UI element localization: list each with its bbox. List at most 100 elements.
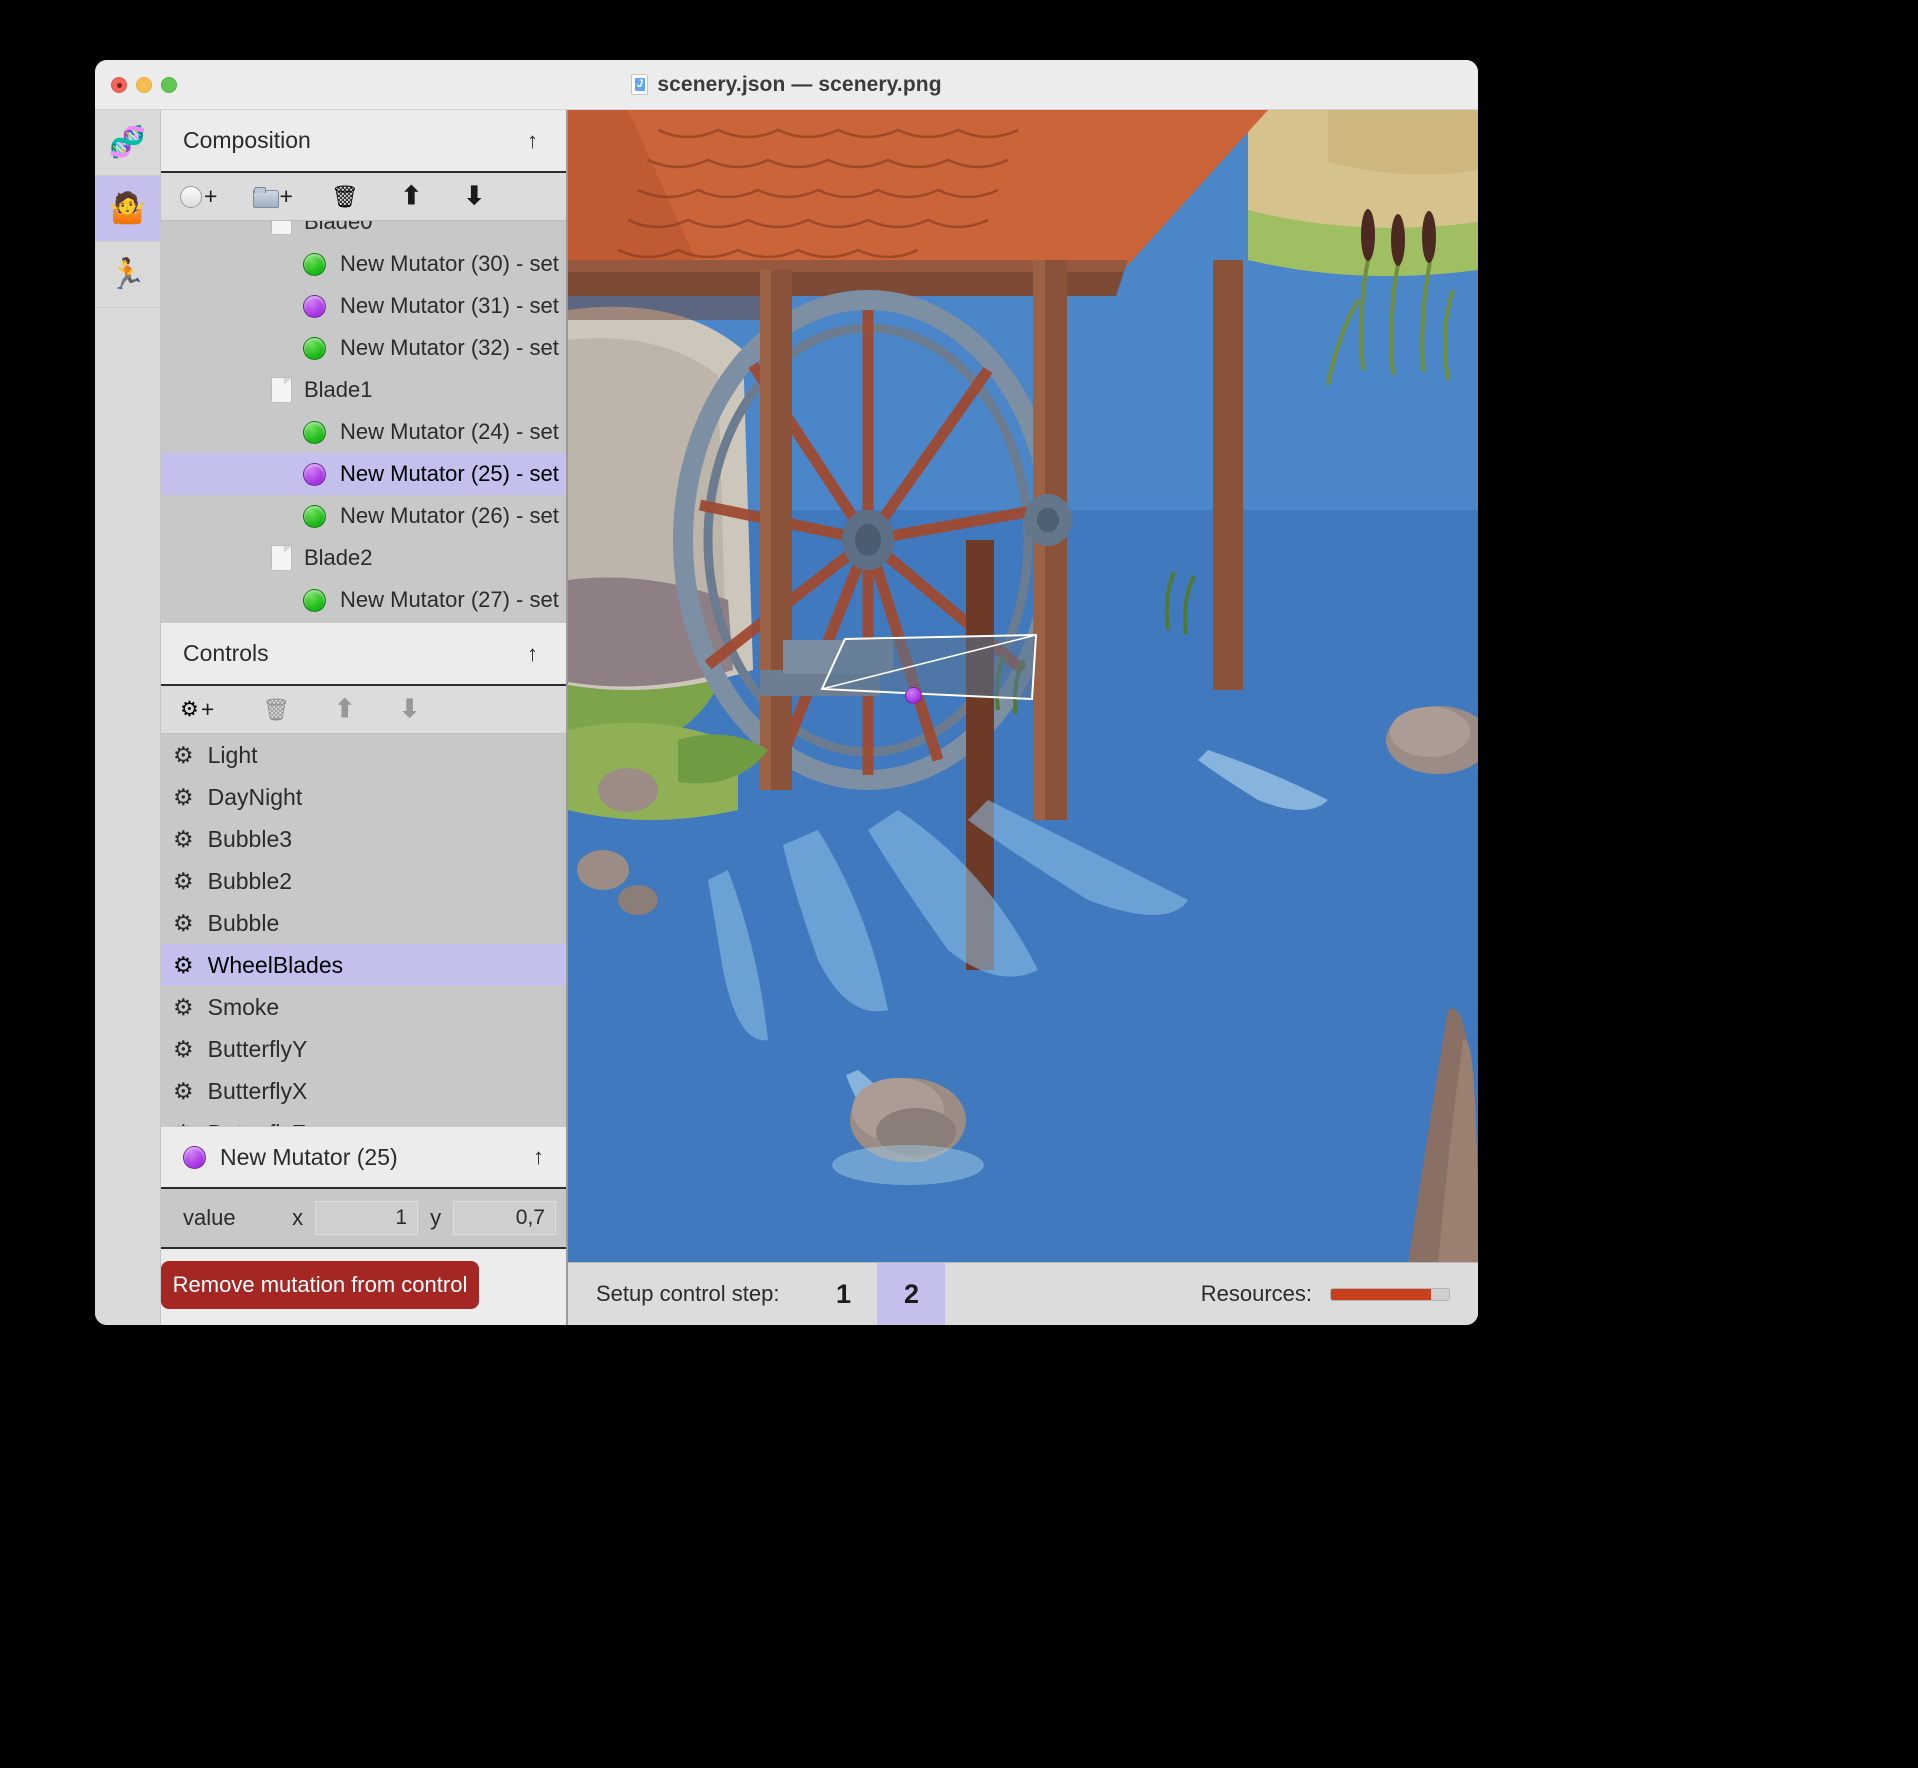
control-item-label: WheelBlades [207,951,344,978]
tree-row[interactable]: Blade1 [161,369,566,411]
trash-icon: 🗑 [262,696,291,722]
control-item-bubble[interactable]: ⚙ Bubble [161,902,566,944]
tree-row-label: New Mutator (31) - set [340,293,559,318]
step-button-2[interactable]: 2 [877,1262,946,1325]
gear-icon: ⚙ [173,1035,194,1062]
resources-progress-fill [1331,1288,1432,1300]
close-button[interactable] [111,76,127,93]
move-up-button[interactable]: ⬆ [396,183,427,210]
gear-icon: ⚙ [180,698,199,721]
control-item-label: Bubble2 [207,867,293,894]
controls-list[interactable]: ⚙ Light ⚙ DayNight ⚙ Bubble3 ⚙ Bubble2 ⚙ [161,734,566,1126]
file-icon [271,221,292,235]
control-item-label: Smoke [207,993,280,1020]
controls-title: Controls [183,640,269,666]
tree-row-selected[interactable]: New Mutator (25) - set [161,453,566,495]
add-control-button[interactable]: ⚙ + [175,697,219,722]
composition-collapse-icon[interactable]: ↑ [521,126,544,156]
control-item-label: ButterflyY [207,1035,308,1062]
mutator-actions: Remove mutation from control [161,1249,566,1325]
plus-icon: + [200,696,215,722]
mutator-dot-icon [183,1145,206,1169]
tree-row-label: New Mutator (30) - set [340,251,559,276]
mutator-anchor-point[interactable] [905,687,922,704]
arrow-down-icon: ⬇ [399,695,421,723]
window-controls[interactable] [111,76,177,93]
control-item-butterflyzoom[interactable]: ⚙ ButterflyZoom [161,1112,566,1127]
gear-icon: ⚙ [173,951,194,978]
control-item-light[interactable]: ⚙ Light [161,734,566,776]
control-item-label: DayNight [207,783,303,810]
control-item-daynight[interactable]: ⚙ DayNight [161,776,566,818]
plus-icon: + [204,183,218,209]
tree-row-label: Blade2 [304,545,373,570]
control-item-smoke[interactable]: ⚙ Smoke [161,986,566,1028]
control-item-butterflyx[interactable]: ⚙ ButterflyX [161,1070,566,1112]
x-value-input[interactable]: 1 [315,1201,419,1235]
mutator-dot-icon [303,504,326,528]
mutator-dot-icon [303,462,326,486]
window-body: 🧬 🤷 🏃 Composition ↑ + + 🗑 ⬆ ⬇ Blade0 New… [95,110,1478,1325]
rail-tab-runner[interactable]: 🏃 [95,242,160,308]
tree-row[interactable]: New Mutator (26) - set [161,495,566,537]
arrow-up-icon: ⬆ [334,695,356,723]
rail-tab-shrug[interactable]: 🤷 [95,176,160,242]
gear-icon: ⚙ [173,1077,194,1104]
left-panel: Composition ↑ + + 🗑 ⬆ ⬇ Blade0 New Mutat… [161,110,568,1325]
json-document-icon: J [631,74,649,95]
control-item-bubble3[interactable]: ⚙ Bubble3 [161,818,566,860]
gear-icon: ⚙ [173,783,194,810]
add-sprite-button[interactable]: + [175,184,222,209]
quad-selection-overlay[interactable] [820,631,1038,703]
control-item-label: Bubble3 [207,825,293,852]
tree-row[interactable]: New Mutator (24) - set [161,411,566,453]
trash-icon: 🗑 [330,183,359,209]
add-folder-button[interactable]: + [248,184,297,209]
window-title: J scenery.json — scenery.png [631,72,942,97]
scene-preview[interactable] [568,110,1478,1325]
tree-row-label: New Mutator (27) - set [340,587,559,612]
mutator-dot-icon [303,252,326,276]
tree-row[interactable]: Blade0 [161,221,566,243]
value-label: value [183,1205,236,1230]
control-down-button: ⬇ [394,696,425,723]
tree-row[interactable]: New Mutator (31) - set [161,285,566,327]
tree-row[interactable]: New Mutator (27) - set [161,579,566,621]
tree-row[interactable]: Blade2 [161,537,566,579]
mutator-value-row: value x 1 y 0,7 [161,1189,566,1249]
mutator-collapse-icon[interactable]: ↑ [533,1144,544,1170]
mutator-dot-icon [303,588,326,612]
control-item-wheelblades[interactable]: ⚙ WheelBlades [161,944,566,986]
gear-icon: ⚙ [173,867,194,894]
tree-row-label: New Mutator (26) - set [340,503,559,528]
rail-tab-dna[interactable]: 🧬 [95,110,160,176]
mode-rail: 🧬 🤷 🏃 [95,110,161,1325]
file-icon [271,545,292,571]
tree-row[interactable]: New Mutator (30) - set [161,243,566,285]
mutator-panel-header: New Mutator (25) ↑ [161,1126,566,1189]
composition-tree[interactable]: Blade0 New Mutator (30) - set New Mutato… [161,221,566,623]
y-value-input[interactable]: 0,7 [453,1201,556,1235]
tree-row-label: New Mutator (25) - set [340,461,559,486]
gear-icon: ⚙ [173,741,194,768]
control-item-butterflyy[interactable]: ⚙ ButterflyY [161,1028,566,1070]
composition-title: Composition [183,127,311,153]
mutator-dot-icon [303,420,326,444]
delete-button[interactable]: 🗑 [326,185,364,209]
step-button-1[interactable]: 1 [809,1263,877,1326]
control-item-bubble2[interactable]: ⚙ Bubble2 [161,860,566,902]
tree-row-label: New Mutator (32) - set [340,335,559,360]
window-title-text: scenery.json — scenery.png [657,72,942,96]
move-down-button[interactable]: ⬇ [459,183,490,210]
maximize-button[interactable] [161,76,177,93]
control-item-label: Bubble [207,909,280,936]
minimize-button[interactable] [136,76,152,93]
remove-mutation-button[interactable]: Remove mutation from control [161,1261,479,1309]
resources-group: Resources: [1201,1281,1450,1307]
control-item-label: ButterflyX [207,1077,308,1104]
tree-row-label: New Mutator (24) - set [340,419,559,444]
controls-collapse-icon[interactable]: ↑ [521,639,544,669]
tree-row[interactable]: New Mutator (32) - set [161,327,566,369]
status-bar: Setup control step: 1 2 Resources: [568,1262,1478,1325]
gear-icon: ⚙ [173,825,194,852]
